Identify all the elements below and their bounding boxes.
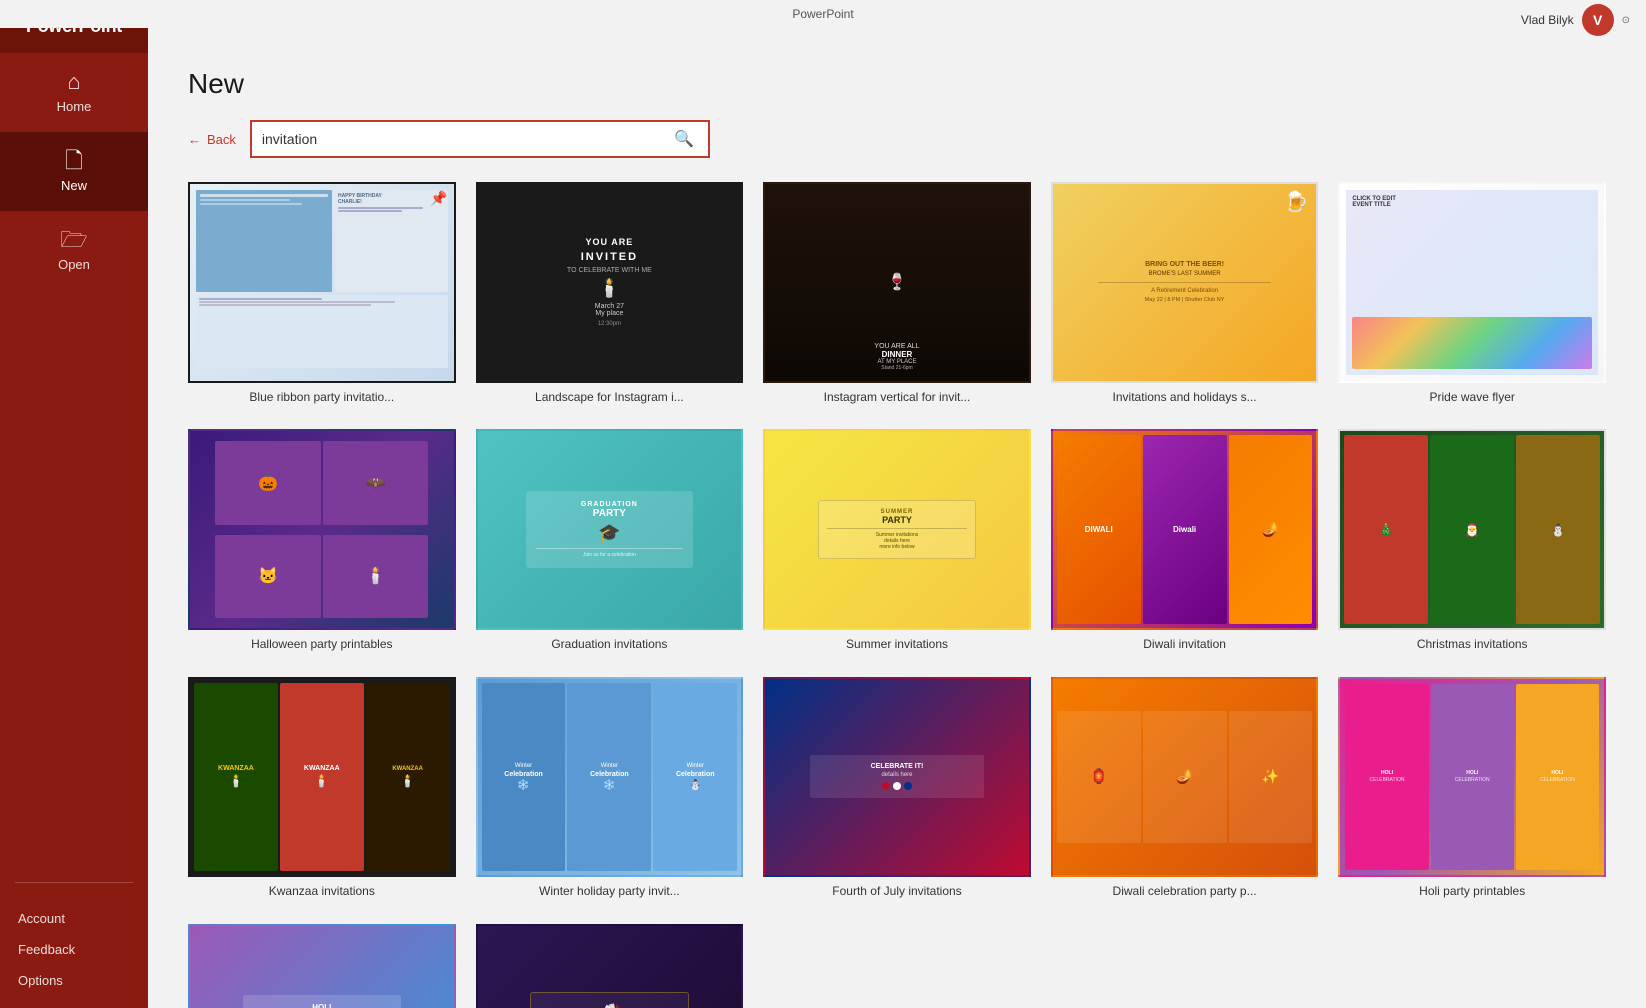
template-name-blue-ribbon: Blue ribbon party invitatio... (188, 390, 456, 406)
sidebar-bottom: Account Feedback Options (0, 891, 148, 1008)
template-name-winter: Winter holiday party invit... (476, 884, 744, 900)
template-thumb-diwali2: 🏮 🪔 ✨ (1051, 677, 1319, 878)
sidebar-item-feedback[interactable]: Feedback (0, 934, 148, 965)
template-thumb-summer: SUMMER PARTY Summer invitations details … (763, 429, 1031, 630)
template-card-july4[interactable]: CELEBRATE IT! details here Fourth of Jul… (763, 677, 1031, 900)
template-card-instagram[interactable]: YOU ARE ALL DINNER AT MY PLACE Stand 21-… (763, 182, 1031, 405)
sidebar: PowerPoint ⌂ Home 🗋 New 🗁 Open Account F… (0, 0, 148, 1008)
app-top-label: PowerPoint (792, 7, 853, 21)
user-name: Vlad Bilyk (1521, 13, 1574, 27)
template-name-instagram: Instagram vertical for invit... (763, 390, 1031, 406)
back-arrow-icon: ← (188, 132, 201, 147)
new-icon: 🗋 (65, 150, 83, 172)
sidebar-nav: ⌂ Home 🗋 New 🗁 Open (0, 53, 148, 874)
template-card-kwanzaa[interactable]: KWANZAA 🕯️ KWANZAA 🕯️ KWANZAA 🕯️ Kwanzaa… (188, 677, 456, 900)
template-card-blue-ribbon[interactable]: HAPPY BIRTHDAYCHARLIE! 📌 Blue ribbon par… (188, 182, 456, 405)
template-card-diwali2[interactable]: 🏮 🪔 ✨ Diwali celebration party p... (1051, 677, 1319, 900)
template-thumb-pride: CLICK TO EDITEVENT TITLE (1338, 182, 1606, 383)
back-button[interactable]: ← Back (188, 132, 236, 147)
template-thumb-halloween: 🎃 🦇 🐱 🕯️ (188, 429, 456, 630)
template-thumb-winter: Winter Celebration ❄️ Winter Celebration… (476, 677, 744, 878)
template-name-summer: Summer invitations (763, 637, 1031, 653)
template-card-holi2[interactable]: HOLI Party 🎨 Holi party printables (188, 924, 456, 1008)
template-card-halloween[interactable]: 🎃 🦇 🐱 🕯️ Halloween party printables (188, 429, 456, 652)
template-name-holi: Holi party printables (1338, 884, 1606, 900)
user-info: Vlad Bilyk V ⊙ (1521, 4, 1630, 36)
pin-icon: 📌 (430, 190, 447, 207)
template-name-pride: Pride wave flyer (1338, 390, 1606, 406)
home-icon: ⌂ (67, 71, 80, 93)
template-name-diwali: Diwali invitation (1051, 637, 1319, 653)
template-thumb-diwali: DIWALI Diwali 🪔 (1051, 429, 1319, 630)
template-card-pride[interactable]: CLICK TO EDITEVENT TITLE Pride wave flye… (1338, 182, 1606, 405)
sidebar-item-label-new: New (61, 178, 87, 193)
template-thumb-graduation: GRADUATION PARTY 🎓 Join us for a celebra… (476, 429, 744, 630)
search-button[interactable]: 🔍 (670, 129, 698, 149)
sidebar-item-new[interactable]: 🗋 New (0, 132, 148, 211)
sidebar-item-account[interactable]: Account (0, 903, 148, 934)
template-thumb-holidays: BRING OUT THE BEER! BROME'S LAST SUMMER … (1051, 182, 1319, 383)
template-card-diwali[interactable]: DIWALI Diwali 🪔 Diwali invitation (1051, 429, 1319, 652)
template-name-july4: Fourth of July invitations (763, 884, 1031, 900)
template-card-graduation[interactable]: GRADUATION PARTY 🎓 Join us for a celebra… (476, 429, 744, 652)
sidebar-item-open[interactable]: 🗁 Open (0, 211, 148, 290)
template-name-kwanzaa: Kwanzaa invitations (188, 884, 456, 900)
template-name-diwali2: Diwali celebration party p... (1051, 884, 1319, 900)
search-box: 🔍 (250, 120, 710, 158)
open-icon: 🗁 (60, 229, 87, 251)
template-card-winter[interactable]: Winter Celebration ❄️ Winter Celebration… (476, 677, 744, 900)
template-card-holi[interactable]: HOLI CELEBRATION HOLI CELEBRATION HOLI C… (1338, 677, 1606, 900)
template-name-halloween: Halloween party printables (188, 637, 456, 653)
search-container: ← Back 🔍 (188, 120, 1606, 158)
template-card-christmas[interactable]: 🎄 🎅 ⛄ Christmas invitations (1338, 429, 1606, 652)
sidebar-divider (15, 882, 133, 883)
template-card-summer[interactable]: SUMMER PARTY Summer invitations details … (763, 429, 1031, 652)
templates-grid: HAPPY BIRTHDAYCHARLIE! 📌 Blue ribbon par… (188, 182, 1606, 1008)
template-name-graduation: Graduation invitations (476, 637, 744, 653)
user-avatar: V (1582, 4, 1614, 36)
template-card-landscape[interactable]: YOU ARE INVITED TO CELEBRATE WITH ME 🕯️ … (476, 182, 744, 405)
template-thumb-blue-ribbon: HAPPY BIRTHDAYCHARLIE! 📌 (188, 182, 456, 383)
back-label: Back (207, 132, 236, 147)
template-card-champagne[interactable]: 🥂 Toast Celebration Champagne toast (476, 924, 744, 1008)
template-thumb-holi: HOLI CELEBRATION HOLI CELEBRATION HOLI C… (1338, 677, 1606, 878)
template-name-christmas: Christmas invitations (1338, 637, 1606, 653)
template-name-landscape: Landscape for Instagram i... (476, 390, 744, 406)
template-thumb-holi2: HOLI Party 🎨 (188, 924, 456, 1008)
sidebar-item-options[interactable]: Options (0, 965, 148, 996)
page-title: New (188, 68, 1606, 100)
main-content: New ← Back 🔍 (148, 28, 1646, 1008)
search-input[interactable] (262, 131, 670, 147)
template-thumb-july4: CELEBRATE IT! details here (763, 677, 1031, 878)
template-name-holidays: Invitations and holidays s... (1051, 390, 1319, 406)
sidebar-item-home[interactable]: ⌂ Home (0, 53, 148, 132)
template-thumb-champagne: 🥂 Toast Celebration (476, 924, 744, 1008)
sidebar-item-label-open: Open (58, 257, 90, 272)
template-thumb-instagram: YOU ARE ALL DINNER AT MY PLACE Stand 21-… (763, 182, 1031, 383)
template-card-holidays[interactable]: BRING OUT THE BEER! BROME'S LAST SUMMER … (1051, 182, 1319, 405)
template-thumb-landscape: YOU ARE INVITED TO CELEBRATE WITH ME 🕯️ … (476, 182, 744, 383)
template-thumb-kwanzaa: KWANZAA 🕯️ KWANZAA 🕯️ KWANZAA 🕯️ (188, 677, 456, 878)
sidebar-item-label-home: Home (57, 99, 92, 114)
template-thumb-christmas: 🎄 🎅 ⛄ (1338, 429, 1606, 630)
